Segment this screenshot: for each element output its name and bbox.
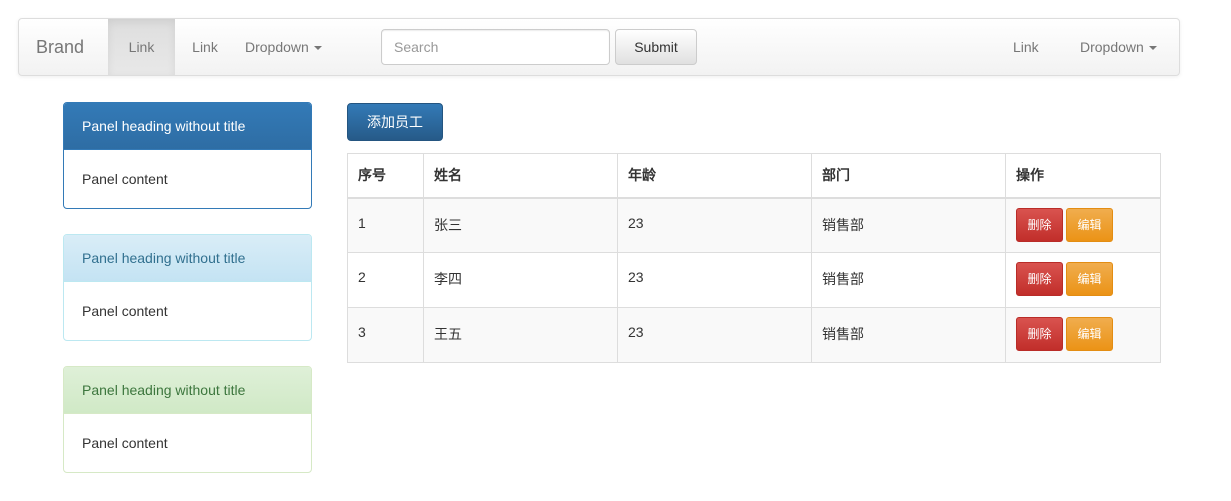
nav-link-2[interactable]: Link (175, 19, 235, 75)
nav-dropdown-right-label: Dropdown (1080, 39, 1144, 55)
search-input[interactable] (381, 29, 610, 65)
add-employee-button[interactable]: 添加员工 (347, 103, 443, 141)
cell-id: 1 (347, 197, 424, 253)
cell-dept: 销售部 (811, 197, 1006, 253)
cell-age: 23 (617, 197, 812, 253)
edit-button[interactable]: 编辑 (1066, 207, 1113, 242)
nav-dropdown-left-label: Dropdown (245, 39, 309, 55)
delete-button[interactable]: 删除 (1016, 262, 1063, 296)
cell-ops: 删除 编辑 (1005, 307, 1161, 363)
cell-name: 张三 (423, 197, 618, 253)
nav-link-right[interactable]: Link (1013, 19, 1059, 75)
table-row: 2 李四 23 销售部 删除 编辑 (347, 252, 1161, 308)
cell-ops: 删除 编辑 (1005, 252, 1161, 308)
panel-heading: Panel heading without title (64, 235, 311, 282)
panel-content: Panel content (82, 171, 168, 187)
cell-dept: 销售部 (811, 307, 1006, 363)
edit-button[interactable]: 编辑 (1066, 317, 1113, 351)
cell-dept: 销售部 (811, 252, 1006, 308)
panel-content: Panel content (82, 435, 168, 451)
edit-button[interactable]: 编辑 (1066, 262, 1113, 296)
cell-id: 3 (347, 307, 424, 363)
header-id: 序号 (347, 153, 424, 199)
cell-ops: 删除 编辑 (1005, 197, 1161, 253)
header-name: 姓名 (423, 153, 618, 199)
panel-info: Panel heading without title Panel conten… (63, 234, 312, 341)
delete-button[interactable]: 删除 (1016, 317, 1063, 351)
employee-table: 序号 姓名 年龄 部门 操作 1 张三 23 销售部 删除编辑 2 李四 23 (347, 153, 1161, 363)
cell-age: 23 (617, 307, 812, 363)
header-dept: 部门 (811, 153, 1006, 199)
cell-id: 2 (347, 252, 424, 308)
caret-down-icon (1148, 46, 1157, 51)
navbar-brand[interactable]: Brand (36, 37, 84, 58)
header-ops: 操作 (1005, 153, 1161, 199)
nav-dropdown-left[interactable]: Dropdown (245, 19, 355, 75)
delete-button[interactable]: 删除 (1016, 207, 1063, 242)
cell-name: 王五 (423, 307, 618, 363)
caret-down-icon (313, 46, 322, 51)
panel-content: Panel content (82, 303, 168, 319)
submit-button[interactable]: Submit (615, 29, 697, 65)
table-row: 3 王五 23 销售部 删除 编辑 (347, 307, 1161, 363)
table-header-row: 序号 姓名 年龄 部门 操作 (347, 153, 1161, 199)
employee-table-wrapper: 序号 姓名 年龄 部门 操作 1 张三 23 销售部 删除编辑 2 李四 23 (347, 153, 1161, 363)
cell-name: 李四 (423, 252, 618, 308)
navbar: Brand Link Link Dropdown Submit Link Dro… (18, 18, 1180, 76)
panel-primary: Panel heading without title Panel conten… (63, 102, 312, 209)
nav-dropdown-right[interactable]: Dropdown (1080, 19, 1180, 75)
table-row: 1 张三 23 销售部 删除 编辑 (347, 197, 1161, 253)
panel-success: Panel heading without title Panel conten… (63, 366, 312, 473)
panel-heading: Panel heading without title (64, 367, 311, 414)
header-age: 年龄 (617, 153, 812, 199)
cell-age: 23 (617, 252, 812, 308)
panel-heading: Panel heading without title (64, 103, 311, 150)
nav-link-1[interactable]: Link (108, 19, 175, 75)
